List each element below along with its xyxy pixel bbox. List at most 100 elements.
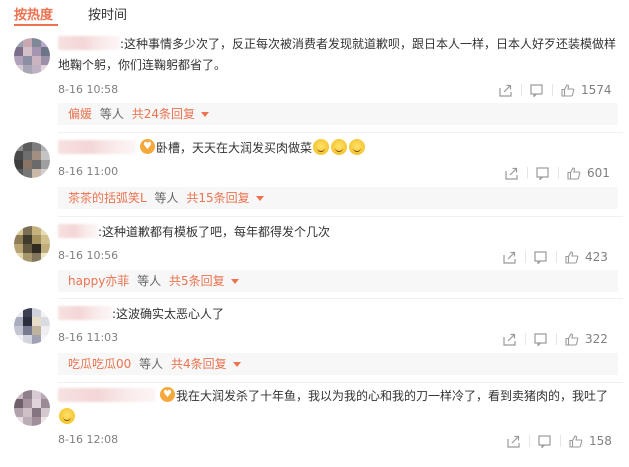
reply-count[interactable]: 共4条回复 <box>171 357 227 371</box>
reply-summary[interactable]: happy亦菲 等人 共5条回复 <box>58 270 618 292</box>
divider <box>560 435 561 447</box>
reply-connector: 等人 <box>137 274 162 288</box>
like-button[interactable]: 322 <box>565 330 608 348</box>
comment-text: :这波确实太恶心人了 <box>112 307 225 321</box>
emoji-icon <box>313 139 330 155</box>
share-button[interactable] <box>503 248 516 266</box>
reply-connector: 等人 <box>99 107 124 121</box>
reply-button[interactable] <box>538 432 551 450</box>
like-count: 322 <box>585 332 608 346</box>
reply-button[interactable] <box>534 330 547 348</box>
like-icon <box>565 250 579 264</box>
like-count: 601 <box>587 166 610 180</box>
emoji-icon <box>331 139 348 155</box>
share-button[interactable] <box>505 164 518 182</box>
username-redacted[interactable] <box>58 140 136 154</box>
reply-summary[interactable]: 茶茶的括弧笑L 等人 共15条回复 <box>58 187 618 209</box>
comment-actions: 322 <box>503 330 619 348</box>
comment-text: :这种道歉都有模板了吧，每年都得发个几次 <box>98 225 331 239</box>
emoji-icon <box>349 139 366 155</box>
share-icon <box>507 435 520 448</box>
like-count: 158 <box>589 434 612 448</box>
avatar[interactable] <box>14 226 50 262</box>
comment-time: 8-16 10:56 <box>58 249 119 262</box>
comment-actions: 1574 <box>499 81 619 99</box>
comment-actions: 601 <box>505 164 619 182</box>
comment-icon <box>534 332 547 347</box>
comment-time: 8-16 11:03 <box>58 331 119 344</box>
vip-icon: ♥ <box>160 387 175 402</box>
reply-connector: 等人 <box>154 191 179 205</box>
like-icon <box>561 83 575 97</box>
share-icon <box>499 84 512 97</box>
share-button[interactable] <box>499 81 512 99</box>
divider <box>521 84 522 96</box>
like-button[interactable]: 423 <box>565 248 608 266</box>
reply-connector: 等人 <box>139 357 164 371</box>
comment-divider <box>58 382 623 383</box>
divider <box>525 333 526 345</box>
reply-summary[interactable]: 偏媛 等人 共24条回复 <box>58 103 618 125</box>
share-button[interactable] <box>503 330 516 348</box>
avatar[interactable] <box>14 308 50 344</box>
reply-count[interactable]: 共24条回复 <box>132 107 195 121</box>
share-icon <box>503 333 516 346</box>
caret-down-icon[interactable] <box>200 112 209 117</box>
reply-button[interactable] <box>530 81 543 99</box>
caret-down-icon[interactable] <box>255 196 264 201</box>
divider <box>556 251 557 263</box>
avatar[interactable] <box>14 142 50 178</box>
share-icon <box>505 167 518 180</box>
reply-button[interactable] <box>534 248 547 266</box>
comment-icon <box>536 166 549 181</box>
comment-actions: 158 <box>507 432 619 450</box>
like-button[interactable]: 1574 <box>561 81 612 99</box>
active-tab-indicator <box>14 24 58 26</box>
sort-tabs: 按热度 按时间 <box>0 0 629 30</box>
caret-down-icon[interactable] <box>230 279 239 284</box>
avatar[interactable] <box>14 390 50 426</box>
comment-divider <box>58 216 623 217</box>
comment-time: 8-16 11:00 <box>58 165 119 178</box>
tab-by-hot[interactable]: 按热度 <box>14 4 53 23</box>
like-icon <box>565 332 579 346</box>
like-count: 1574 <box>581 83 612 97</box>
comment-text: 卧槽，天天在大润发买肉做菜 <box>156 138 616 159</box>
avatar[interactable] <box>14 38 50 74</box>
divider <box>529 435 530 447</box>
share-button[interactable] <box>507 432 520 450</box>
share-icon <box>503 251 516 264</box>
reply-author[interactable]: 偏媛 <box>68 107 92 121</box>
like-button[interactable]: 158 <box>569 432 612 450</box>
reply-summary[interactable]: 吃瓜吃瓜00 等人 共4条回复 <box>58 353 618 375</box>
emoji-icon <box>59 408 75 424</box>
comment-icon <box>538 434 551 449</box>
divider <box>527 167 528 179</box>
like-count: 423 <box>585 250 608 264</box>
like-icon <box>569 434 583 448</box>
username-redacted[interactable] <box>58 388 156 402</box>
comment-actions: 423 <box>503 248 619 266</box>
caret-down-icon[interactable] <box>232 362 241 367</box>
vip-icon: ♥ <box>140 139 155 154</box>
divider <box>525 251 526 263</box>
comment-icon <box>534 250 547 265</box>
reply-count[interactable]: 共5条回复 <box>169 274 225 288</box>
tab-by-time[interactable]: 按时间 <box>88 4 127 23</box>
like-button[interactable]: 601 <box>567 164 610 182</box>
comment-time: 8-16 10:58 <box>58 83 119 96</box>
comment-icon <box>530 83 543 98</box>
like-icon <box>567 166 581 180</box>
divider <box>558 167 559 179</box>
reply-button[interactable] <box>536 164 549 182</box>
divider <box>552 84 553 96</box>
reply-author[interactable]: 茶茶的括弧笑L <box>68 191 147 205</box>
reply-author[interactable]: happy亦菲 <box>68 274 129 288</box>
comment-text: 我在大润发杀了十年鱼，我以为我的心和我的刀一样冷了，看到卖猪肉的，我吐了 <box>176 389 609 403</box>
reply-count[interactable]: 共15条回复 <box>186 191 249 205</box>
comment-time: 8-16 12:08 <box>58 433 119 446</box>
comment-text: :这种事情多少次了，反正每次被消费者发现就道歉呗，跟日本人一样，日本人好歹还装模… <box>58 37 617 72</box>
reply-author[interactable]: 吃瓜吃瓜00 <box>68 357 131 371</box>
comment-divider <box>58 132 623 133</box>
divider <box>556 333 557 345</box>
